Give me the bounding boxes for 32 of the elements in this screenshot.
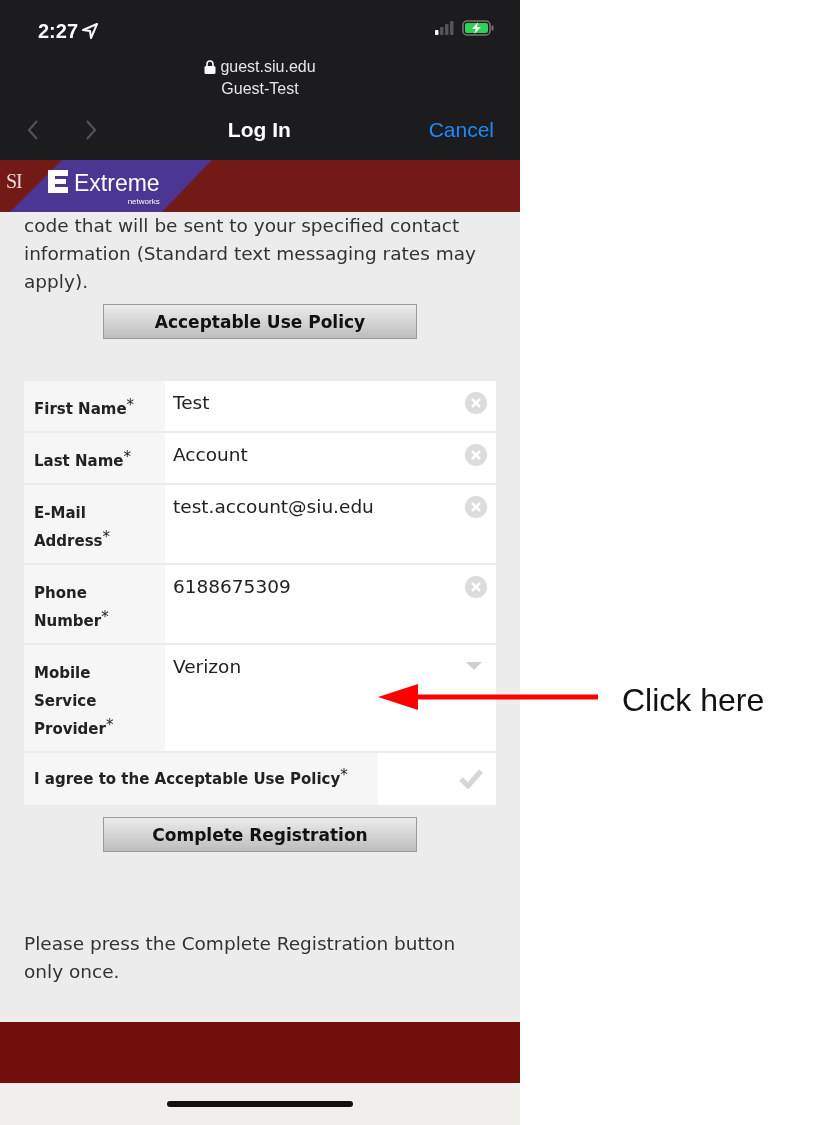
- clear-icon[interactable]: [465, 392, 487, 414]
- page-title: Guest-Test: [221, 80, 299, 97]
- page-url: guest.siu.edu: [220, 57, 316, 77]
- clear-icon[interactable]: [465, 576, 487, 598]
- text-field[interactable]: 6188675309: [165, 565, 496, 643]
- university-logo: SI: [6, 170, 22, 192]
- text-field[interactable]: Account: [165, 433, 496, 483]
- intro-text: code that will be sent to your specified contact information (Standard text messaging rates may apply).: [24, 214, 477, 294]
- text-field[interactable]: test.account@siu.edu: [165, 485, 496, 563]
- nav-title: Log In: [227, 118, 291, 142]
- annotation-text: Click here: [622, 681, 765, 720]
- text-field[interactable]: Test: [165, 381, 496, 431]
- brand-tagline: networks: [127, 196, 160, 208]
- location-icon: [82, 23, 99, 39]
- lock-icon: [204, 60, 217, 74]
- submit-button[interactable]: Complete Registration: [103, 817, 417, 852]
- back-icon[interactable]: [26, 119, 40, 141]
- policy-button[interactable]: Acceptable Use Policy: [103, 304, 417, 339]
- clear-icon[interactable]: [465, 496, 487, 518]
- check-icon: [458, 767, 484, 789]
- brand-name: Extreme: [74, 170, 160, 196]
- clock-time: 2:27: [38, 19, 79, 44]
- clear-icon[interactable]: [465, 444, 487, 466]
- checkbox[interactable]: [378, 753, 496, 805]
- forward-icon[interactable]: [84, 119, 98, 141]
- battery-charging-icon: [462, 20, 494, 36]
- dropdown-field[interactable]: Verizon: [165, 645, 496, 751]
- caret-icon: [466, 662, 482, 670]
- cancel-button[interactable]: Cancel: [428, 114, 494, 146]
- signal-icon: [435, 21, 454, 35]
- brand-logo-icon: [48, 170, 68, 193]
- note-text: Please press the Complete Registration button only once.: [24, 932, 457, 984]
